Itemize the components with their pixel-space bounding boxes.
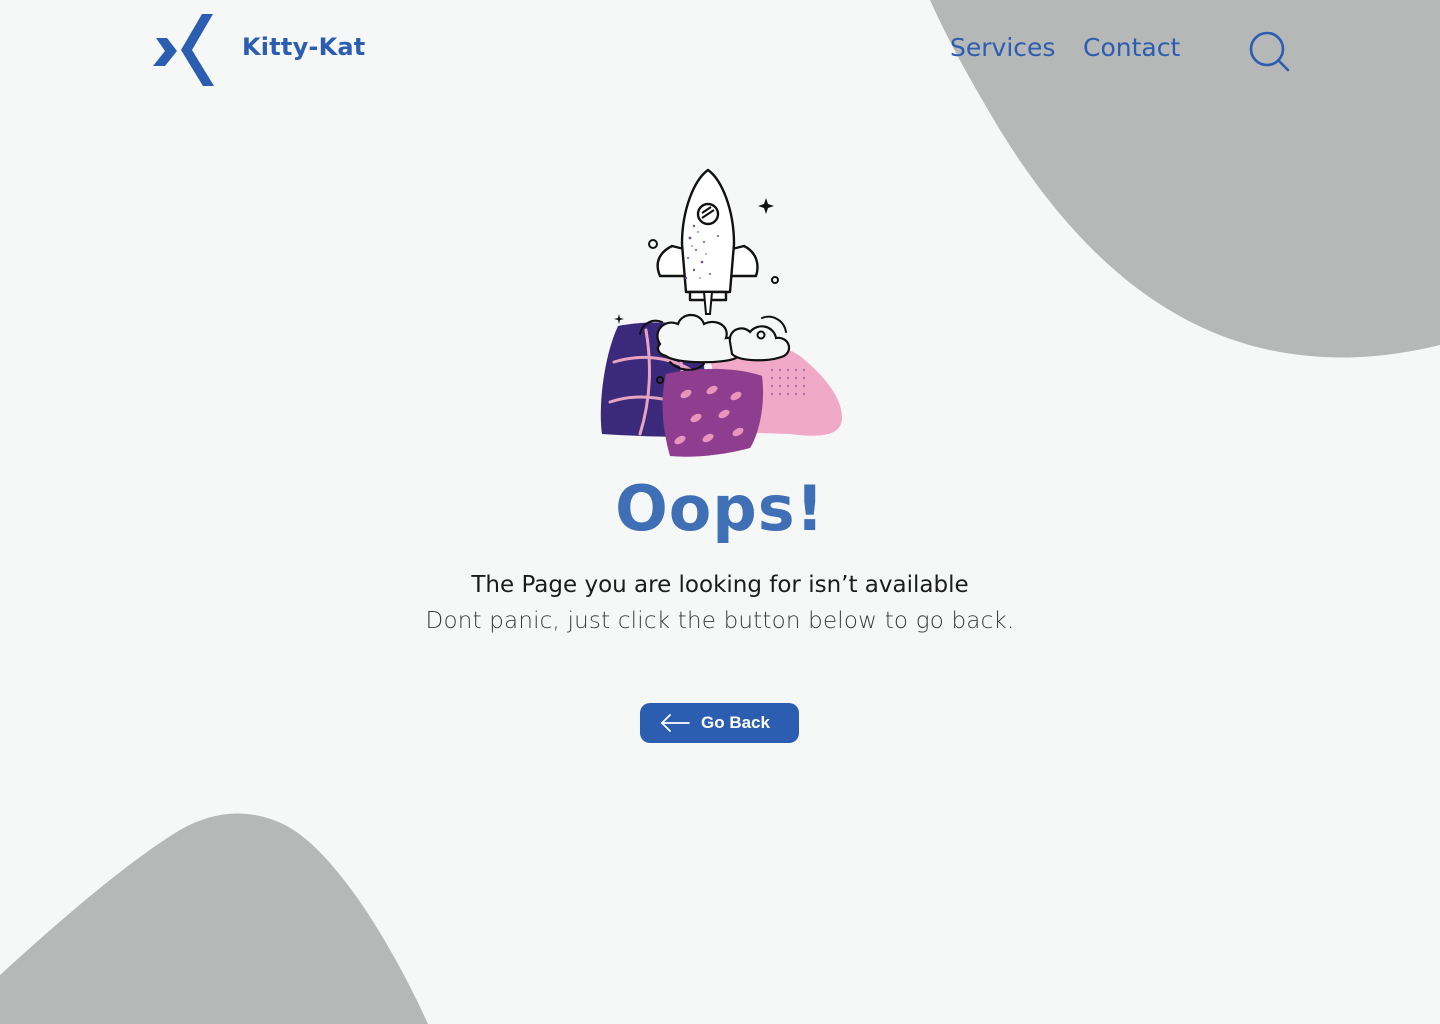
nav-contact-link[interactable]: Contact bbox=[1083, 33, 1180, 62]
go-back-button[interactable]: Go Back bbox=[640, 703, 799, 743]
error-description: Dont panic, just click the button below … bbox=[425, 608, 1015, 634]
nav-services-link[interactable]: Services bbox=[950, 33, 1055, 62]
error-page: Kitty-Kat Services Contact Oops! The Pag… bbox=[0, 0, 1440, 1024]
error-subtitle: The Page you are looking for isn’t avail… bbox=[471, 572, 969, 598]
arrow-left-icon bbox=[661, 714, 690, 732]
search-icon[interactable] bbox=[1248, 30, 1290, 72]
brand-name[interactable]: Kitty-Kat bbox=[242, 33, 365, 61]
x-chevron-logo-icon[interactable] bbox=[152, 14, 216, 86]
go-back-label: Go Back bbox=[701, 713, 770, 732]
error-title: Oops! bbox=[615, 472, 825, 545]
site-header: Kitty-Kat Services Contact bbox=[0, 0, 1440, 100]
rocket-launch-illustration bbox=[600, 168, 842, 457]
bottom-left-blob bbox=[0, 813, 428, 1024]
